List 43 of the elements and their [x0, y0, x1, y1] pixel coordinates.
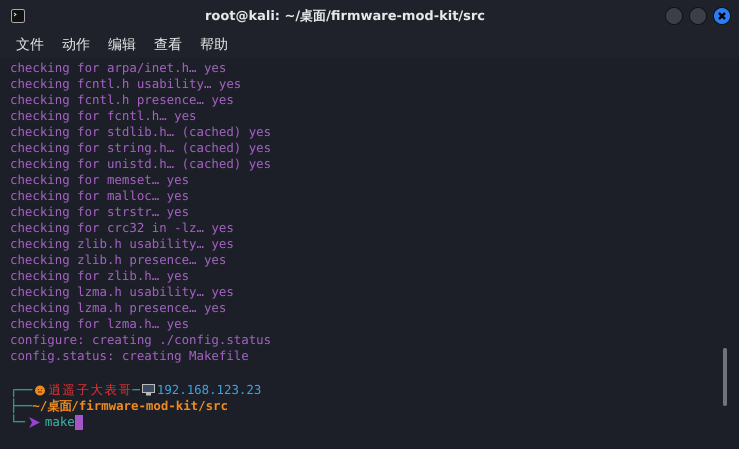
output-line: checking for stdlib.h… (cached) yes [10, 124, 272, 140]
output-line: checking for strstr… yes [10, 204, 190, 220]
output-line: checking for lzma.h… yes [10, 316, 190, 332]
scrollbar[interactable] [723, 348, 727, 406]
menu-item[interactable]: 文件 [16, 36, 44, 54]
output-line: checking zlib.h presence… yes [10, 252, 228, 268]
pumpkin-icon [34, 384, 46, 396]
output-line: checking for zlib.h… yes [10, 268, 190, 284]
command-text: make [44, 414, 75, 430]
minimize-button[interactable] [665, 6, 683, 24]
output-line: checking fcntl.h presence… yes [10, 92, 235, 108]
tree-branch: ─ [132, 382, 140, 398]
output-line: configure: creating ./config.status [10, 332, 272, 348]
menu-item[interactable]: 查看 [154, 36, 182, 54]
maximize-button[interactable] [689, 6, 707, 24]
tree-branch: └─ [10, 414, 25, 430]
output-line: checking for crc32 in -lz… yes [10, 220, 235, 236]
menu-item[interactable]: 帮助 [200, 36, 228, 54]
output-line: checking zlib.h usability… yes [10, 236, 235, 252]
output-line: checking for malloc… yes [10, 188, 190, 204]
output-line: checking for arpa/inet.h… yes [10, 60, 228, 76]
text-cursor [74, 414, 83, 430]
output-line: checking for string.h… (cached) yes [10, 140, 272, 156]
current-path: ~/桌面/firmware-mod-kit/src [32, 398, 228, 413]
output-line: checking for unistd.h… (cached) yes [10, 156, 272, 172]
menu-item[interactable]: 动作 [62, 36, 90, 54]
output-line: checking lzma.h usability… yes [10, 284, 235, 300]
tree-branch: ┌── [10, 382, 32, 398]
output-line: checking fcntl.h usability… yes [10, 76, 242, 92]
monitor-icon [142, 384, 155, 396]
terminal-icon [11, 8, 25, 22]
prompt-arrow-icon [28, 416, 40, 428]
window-title: root@kali: ~/桌面/firmware-mod-kit/src [204, 8, 486, 24]
close-button[interactable] [713, 6, 731, 24]
user-name: 逍遥子大表哥 [48, 382, 132, 398]
host-address: 192.168.123.23 [156, 382, 262, 398]
tree-branch: ├── [10, 398, 32, 414]
output-line: checking lzma.h presence… yes [10, 300, 228, 316]
output-line: checking for fcntl.h… yes [10, 108, 198, 124]
close-icon [717, 10, 727, 20]
menu-item[interactable]: 编辑 [108, 36, 136, 54]
output-line: checking for memset… yes [10, 172, 190, 188]
output-line: config.status: creating Makefile [10, 348, 250, 364]
